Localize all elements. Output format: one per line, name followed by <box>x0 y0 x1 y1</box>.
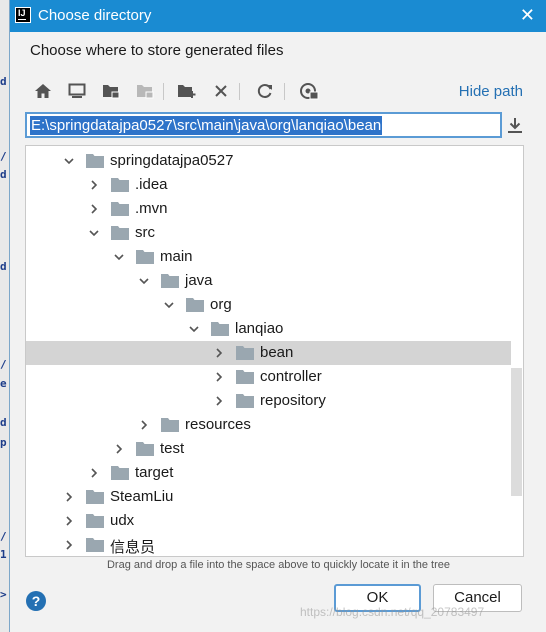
tree-row-label: controller <box>260 368 322 385</box>
tree-row[interactable]: src <box>26 221 523 245</box>
chevron-right-icon[interactable] <box>113 443 125 455</box>
intellij-app-icon: IJ <box>15 7 31 23</box>
toolbar <box>32 80 352 104</box>
folder-icon <box>211 322 229 336</box>
module-folder-icon[interactable] <box>134 80 156 102</box>
chevron-right-icon[interactable] <box>88 467 100 479</box>
chevron-right-icon[interactable] <box>213 347 225 359</box>
tree-row[interactable]: udx <box>26 509 523 533</box>
folder-icon <box>111 178 129 192</box>
hide-path-link[interactable]: Hide path <box>459 83 523 100</box>
tree-row[interactable]: test <box>26 437 523 461</box>
tree-row[interactable]: main <box>26 245 523 269</box>
folder-icon <box>111 466 129 480</box>
tree-row-label: udx <box>110 512 135 529</box>
tree-row[interactable]: target <box>26 461 523 485</box>
folder-icon <box>186 298 204 312</box>
tree-row[interactable]: .idea <box>26 173 523 197</box>
folder-icon <box>136 442 154 456</box>
tree-row-label: target <box>135 464 174 481</box>
chevron-right-icon[interactable] <box>63 491 75 503</box>
tree-row-label: 信息员 <box>110 539 156 556</box>
chevron-right-icon[interactable] <box>63 515 75 527</box>
chevron-right-icon[interactable] <box>88 203 100 215</box>
new-folder-icon[interactable] <box>176 80 198 102</box>
title-bar[interactable]: IJ Choose directory ✕ <box>10 0 546 32</box>
tree-row-label: repository <box>260 392 326 409</box>
chevron-right-icon[interactable] <box>213 371 225 383</box>
folder-icon <box>136 250 154 264</box>
tree-row-label: .idea <box>135 176 168 193</box>
project-folder-icon[interactable] <box>100 80 122 102</box>
chevron-down-icon[interactable] <box>138 275 150 287</box>
folder-icon <box>236 346 254 360</box>
folder-icon <box>111 226 129 240</box>
dialog-title: Choose directory <box>38 7 152 24</box>
refresh-icon[interactable] <box>254 80 276 102</box>
path-input-value: E:\springdatajpa0527\src\main\java\org\l… <box>30 116 383 135</box>
folder-icon <box>111 202 129 216</box>
tree-row[interactable]: resources <box>26 413 523 437</box>
folder-icon <box>86 490 104 504</box>
chevron-down-icon[interactable] <box>188 323 200 335</box>
tree-row[interactable]: lanqiao <box>26 317 523 341</box>
tree-row[interactable]: repository <box>26 389 523 413</box>
chevron-down-icon[interactable] <box>88 227 100 239</box>
tree-row[interactable]: springdatajpa0527 <box>26 149 523 173</box>
folder-icon <box>161 274 179 288</box>
tree-row-label: java <box>185 272 213 289</box>
tree-scrollbar-thumb[interactable] <box>511 368 522 496</box>
directory-tree[interactable]: springdatajpa0527 .idea .mvn src main java org… <box>25 145 524 557</box>
folder-icon <box>236 394 254 408</box>
tree-row-label: bean <box>260 344 294 361</box>
tree-row[interactable]: controller <box>26 365 523 389</box>
folder-icon <box>86 514 104 528</box>
folder-icon <box>86 538 104 552</box>
show-hidden-icon[interactable] <box>298 80 320 102</box>
tree-row[interactable]: bean <box>26 341 523 365</box>
tree-row-label: org <box>210 296 232 313</box>
tree-row-label: src <box>135 224 155 241</box>
tree-row-label: test <box>160 440 185 457</box>
chevron-down-icon[interactable] <box>63 155 75 167</box>
help-icon[interactable]: ? <box>26 591 46 611</box>
delete-icon[interactable] <box>210 80 232 102</box>
drag-drop-hint: Drag and drop a file into the space abov… <box>106 559 451 571</box>
home-icon[interactable] <box>32 80 54 102</box>
close-icon[interactable]: ✕ <box>520 5 535 25</box>
tree-row[interactable]: 信息员 <box>26 533 523 556</box>
tree-row-label: main <box>160 248 193 265</box>
tree-row[interactable]: .mvn <box>26 197 523 221</box>
folder-icon <box>161 418 179 432</box>
tree-row-label: lanqiao <box>235 320 284 337</box>
path-input[interactable]: E:\springdatajpa0527\src\main\java\org\l… <box>25 112 502 138</box>
choose-directory-dialog: IJ Choose directory ✕ Choose where to st… <box>9 0 546 632</box>
folder-icon <box>236 370 254 384</box>
tree-row[interactable]: org <box>26 293 523 317</box>
chevron-down-icon[interactable] <box>163 299 175 311</box>
desktop-icon[interactable] <box>66 80 88 102</box>
download-icon[interactable] <box>506 114 524 136</box>
folder-icon <box>86 154 104 168</box>
tree-row-label: springdatajpa0527 <box>110 152 234 169</box>
tree-scrollbar[interactable] <box>511 146 523 556</box>
watermark: https://blog.csdn.net/qq_20783497 <box>300 605 485 619</box>
dialog-prompt: Choose where to store generated files <box>30 42 284 59</box>
tree-row[interactable]: SteamLiu <box>26 485 523 509</box>
chevron-right-icon[interactable] <box>213 395 225 407</box>
chevron-down-icon[interactable] <box>113 251 125 263</box>
tree-row-label: resources <box>185 416 251 433</box>
chevron-right-icon[interactable] <box>63 539 75 551</box>
tree-row[interactable]: java <box>26 269 523 293</box>
tree-row-label: SteamLiu <box>110 488 174 505</box>
tree-row-label: .mvn <box>135 200 168 217</box>
chevron-right-icon[interactable] <box>138 419 150 431</box>
chevron-right-icon[interactable] <box>88 179 100 191</box>
